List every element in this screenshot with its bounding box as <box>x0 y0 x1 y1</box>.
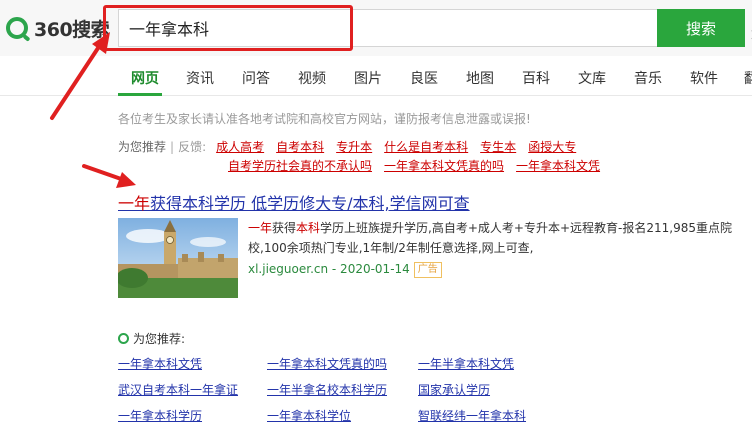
nav-tabs: 网页 资讯 问答 视频 图片 良医 地图 百科 文库 音乐 软件 翻 <box>0 56 752 96</box>
related-link[interactable]: 一年半拿名校本科学历 <box>267 381 387 398</box>
recommend-row: 为您推荐 | 反馈: 成人高考 自考本科 专升本 什么是自考本科 专生本 函授大专 <box>118 140 577 154</box>
related-link[interactable]: 一年拿本科学位 <box>267 407 351 424</box>
annotation-highlight-box <box>103 5 353 51</box>
result-thumbnail[interactable] <box>118 218 238 298</box>
related-link[interactable]: 一年半拿本科文凭 <box>418 355 514 372</box>
recommend-link[interactable]: 自考本科 <box>276 140 324 154</box>
logo-text: 360搜索 <box>34 18 110 41</box>
tab-web[interactable]: 网页 <box>131 68 159 88</box>
related-link[interactable]: 智联经纬一年拿本科 <box>418 407 526 424</box>
recommend-link[interactable]: 函授大专 <box>528 140 576 154</box>
tab-translate[interactable]: 翻 <box>744 68 752 88</box>
related-link[interactable]: 武汉自考本科一年拿证 <box>118 381 238 398</box>
source-url: xl.jieguoer.cn - 2020-01-14 <box>248 262 410 276</box>
desc-keyword: 一年 <box>248 221 273 235</box>
result-title-link[interactable]: 一年获得本科学历 低学历修大专/本科,学信网可查 <box>118 190 470 214</box>
feedback-link[interactable]: 反馈: <box>178 140 206 154</box>
active-tab-underline <box>118 93 162 96</box>
tab-video[interactable]: 视频 <box>298 68 326 88</box>
tab-wenku[interactable]: 文库 <box>578 68 606 88</box>
related-link[interactable]: 国家承认学历 <box>418 381 490 398</box>
tab-software[interactable]: 软件 <box>690 68 718 88</box>
tab-music[interactable]: 音乐 <box>634 68 662 88</box>
search-button[interactable]: 搜索 <box>657 9 745 47</box>
recommend-row-2: 自考学历社会真的不承认吗 一年拿本科文凭真的吗 一年拿本科文凭 <box>228 157 612 174</box>
tab-map[interactable]: 地图 <box>466 68 494 88</box>
recommend-link[interactable]: 什么是自考本科 <box>384 140 468 154</box>
desc-keyword: 本科 <box>296 221 321 235</box>
related-header-text: 为您推荐: <box>133 332 186 346</box>
header-bar: 360搜索 × 搜索 <box>0 0 752 56</box>
related-link[interactable]: 一年拿本科文凭真的吗 <box>267 355 387 372</box>
recommend-link[interactable]: 一年拿本科文凭真的吗 <box>384 159 504 173</box>
logo-small-icon <box>118 333 129 344</box>
result-source[interactable]: xl.jieguoer.cn - 2020-01-14 广告 <box>248 262 442 278</box>
result-title-keyword: 一年 <box>118 194 151 213</box>
recommend-link[interactable]: 专升本 <box>336 140 372 154</box>
annotation-arrow-right <box>82 164 136 188</box>
tab-news[interactable]: 资讯 <box>186 68 214 88</box>
recommend-link[interactable]: 成人高考 <box>216 140 264 154</box>
desc-text: 学历上班族提升学历,高自考+成人考+专升本+远程教育-报名211,985重点院校… <box>248 221 732 255</box>
recommend-label: 为您推荐 <box>118 140 167 154</box>
notice-text: 各位考生及家长请认准各地考试院和高校官方网站，谨防报考信息泄露或误报! <box>118 112 531 126</box>
related-link[interactable]: 一年拿本科学历 <box>118 407 202 424</box>
ad-badge: 广告 <box>413 262 442 278</box>
tab-image[interactable]: 图片 <box>354 68 382 88</box>
tab-qa[interactable]: 问答 <box>242 68 270 88</box>
related-link[interactable]: 一年拿本科文凭 <box>118 355 202 372</box>
recommend-link[interactable]: 专生本 <box>480 140 516 154</box>
desc-text: 获得 <box>272 221 297 235</box>
tab-doctor[interactable]: 良医 <box>410 68 438 88</box>
tab-baike[interactable]: 百科 <box>522 68 550 88</box>
logo[interactable]: 360搜索 <box>6 14 110 42</box>
result-title-text: 获得本科学历 低学历修大专/本科,学信网可查 <box>150 194 470 213</box>
result-description: 一年获得本科学历上班族提升学历,高自考+成人考+专升本+远程教育-报名211,9… <box>248 218 738 258</box>
recommend-link[interactable]: 自考学历社会真的不承认吗 <box>228 159 372 173</box>
logo-search-icon <box>6 17 28 39</box>
related-header: 为您推荐: <box>118 330 185 347</box>
recommend-link[interactable]: 一年拿本科文凭 <box>516 159 600 173</box>
